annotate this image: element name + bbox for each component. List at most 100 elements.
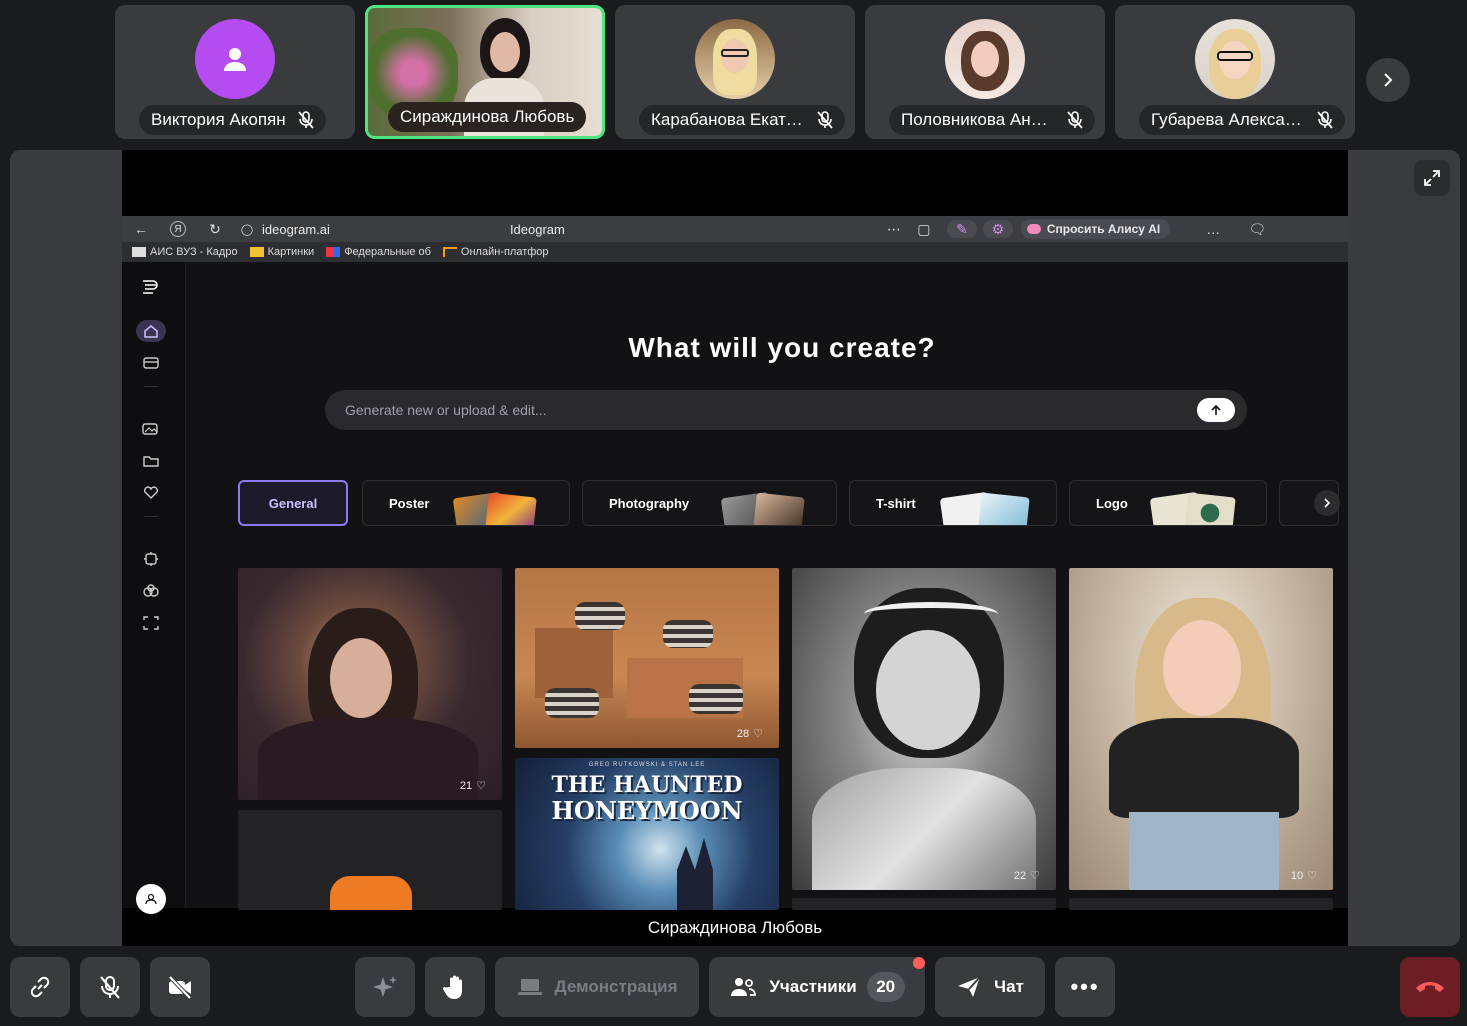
like-count[interactable]: 10 ♡ (1291, 869, 1317, 883)
alice-ai-button[interactable]: Спросить Алису AI (1020, 219, 1171, 239)
participant-tile-1[interactable]: Виктория Акопян (115, 5, 355, 139)
site-icon (132, 247, 146, 257)
participant-tile-4[interactable]: Половникова Анас... (865, 5, 1105, 139)
ideogram-sidebar (122, 262, 186, 914)
category-tshirt[interactable]: T-shirt (849, 480, 1057, 526)
participant-tile-2[interactable]: Сираждинова Любовь (365, 5, 605, 139)
prompt-box (325, 390, 1247, 430)
sidebar-divider (144, 516, 158, 517)
logo-thumbnail (1184, 492, 1236, 525)
image-content (1129, 812, 1279, 890)
raise-hand-button[interactable] (425, 957, 485, 1017)
category-poster[interactable]: Poster (362, 480, 570, 526)
image-content (677, 838, 713, 910)
chat-button[interactable]: Чат (935, 957, 1045, 1017)
mic-off-icon (817, 111, 833, 129)
gallery-image-vintage-portrait[interactable]: 22 ♡ (792, 568, 1056, 890)
laptop-icon (517, 979, 542, 995)
participant-name: Половникова Анас... (901, 110, 1055, 129)
bookmark-label: Картинки (267, 246, 315, 258)
brush-icon[interactable]: ✎ (946, 220, 977, 238)
community-icon[interactable] (136, 580, 166, 602)
people-icon (731, 978, 757, 996)
bookmark-label: Федеральные об (344, 246, 431, 258)
image-content (812, 768, 1036, 890)
extension-icon[interactable]: ⚙ (982, 220, 1013, 238)
sparkle-icon (373, 976, 397, 997)
tshirt-thumbnail (978, 492, 1030, 525)
canvas-icon[interactable] (136, 352, 166, 374)
participant-tile-3[interactable]: Карабанова Екате... (615, 5, 855, 139)
images-icon[interactable] (136, 418, 166, 440)
microphone-toggle-button[interactable] (80, 957, 140, 1017)
site-icon (326, 247, 341, 257)
screen-share: ← Я ↻ ◯ ideogram.ai Ideogram ⋯ ▢ ✎ ⚙ Спр… (122, 150, 1348, 946)
sidebar-divider (144, 386, 158, 387)
scan-icon[interactable] (136, 612, 166, 634)
pictures-icon (249, 247, 264, 257)
shield-icon: ◯ (240, 223, 254, 236)
bookmark-item[interactable]: Федеральные об (326, 246, 431, 258)
gallery-image-portrait-woman[interactable]: 21 ♡ (238, 568, 502, 800)
gallery-image-partial[interactable] (792, 898, 1056, 910)
screen-share-label: Демонстрация (554, 977, 678, 996)
fullscreen-button[interactable] (1414, 160, 1450, 196)
screen-share-speaker-name: Сираждинова Любовь (647, 918, 823, 937)
participant-tile-5[interactable]: Губарева Алексан... (1115, 5, 1355, 139)
participant-avatar (695, 19, 775, 99)
participant-name: Виктория Акопян (151, 110, 286, 129)
shared-browser-window: ← Я ↻ ◯ ideogram.ai Ideogram ⋯ ▢ ✎ ⚙ Спр… (122, 216, 1348, 914)
gallery-image-partial[interactable] (1069, 898, 1333, 910)
yandex-icon: Я (170, 221, 186, 237)
category-label: Logo (1096, 495, 1128, 511)
like-count-value: 28 (736, 727, 750, 740)
url-text[interactable]: ideogram.ai (262, 222, 330, 237)
participant-avatar (1195, 19, 1275, 99)
image-content (575, 602, 625, 630)
chat-bubble-icon[interactable]: 🗨 (1248, 220, 1266, 238)
api-chip-icon[interactable] (136, 548, 166, 570)
bookmark-item[interactable]: Онлайн-платфор (442, 246, 549, 258)
categories-next-button[interactable] (1314, 490, 1340, 516)
browser-tab-bar: ← Я ↻ ◯ ideogram.ai Ideogram ⋯ ▢ ✎ ⚙ Спр… (122, 216, 1348, 242)
gallery-image-stones[interactable]: 28 ♡ (515, 568, 779, 748)
ideogram-logo-icon[interactable] (136, 276, 166, 298)
like-count[interactable]: 22 ♡ (1014, 869, 1040, 883)
next-participants-button[interactable] (1366, 58, 1410, 102)
category-general[interactable]: General (238, 480, 348, 526)
screen-share-button[interactable]: Демонстрация (495, 957, 699, 1017)
photo-thumbnail (753, 492, 805, 525)
participants-count-badge: 20 (866, 972, 905, 1002)
gallery-image-tiger-logo[interactable] (238, 810, 502, 910)
heart-icon[interactable] (136, 482, 166, 504)
end-call-button[interactable] (1400, 957, 1460, 1017)
poster-title-line-2: HONEYMOON (551, 796, 743, 825)
category-logo[interactable]: Logo (1069, 480, 1267, 526)
bookmark-item[interactable]: Картинки (249, 246, 315, 258)
copy-link-button[interactable] (10, 957, 70, 1017)
category-label: T-shirt (876, 495, 916, 511)
category-photography[interactable]: Photography (582, 480, 837, 526)
generate-button[interactable] (1197, 398, 1235, 422)
camera-toggle-button[interactable] (150, 957, 210, 1017)
more-options-button[interactable]: ••• (1055, 957, 1115, 1017)
page-headline: What will you create? (628, 332, 936, 363)
more-dots-icon[interactable]: ⋯ (885, 220, 903, 238)
ai-assistant-button[interactable] (355, 957, 415, 1017)
participants-button[interactable]: Участники 20 (709, 957, 925, 1017)
bookmark-item[interactable]: АИС ВУЗ - Кадро (132, 246, 238, 258)
menu-dots-icon[interactable]: … (1204, 220, 1222, 238)
profile-avatar-icon[interactable] (136, 884, 166, 914)
like-count[interactable]: 28 ♡ (736, 727, 763, 741)
like-count[interactable]: 21 ♡ (459, 779, 486, 793)
bookmark-icon[interactable]: ▢ (915, 220, 933, 238)
gallery-image-blonde-woman[interactable]: 10 ♡ (1069, 568, 1333, 890)
participant-name-pill: Карабанова Екате... (639, 105, 845, 135)
folder-icon[interactable] (136, 450, 166, 472)
like-count-value: 21 (459, 779, 473, 792)
category-label: Poster (389, 495, 430, 511)
prompt-input[interactable] (345, 400, 1165, 420)
gallery-image-haunted-honeymoon-poster[interactable]: GREG RUTKOWSKI & STAN LEE THE HAUNTED HO… (515, 758, 779, 910)
home-icon[interactable] (136, 320, 166, 342)
image-content (258, 718, 478, 800)
